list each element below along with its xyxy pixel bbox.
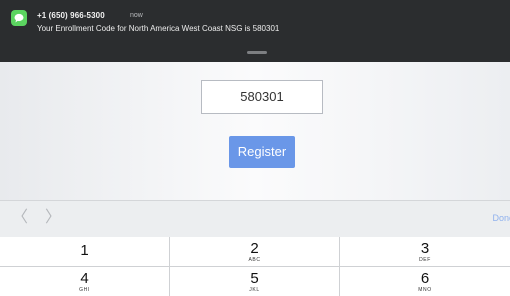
notification-sender: +1 (650) 966-5300 (37, 11, 105, 20)
keyboard-accessory-bar: 〈 〉 Done (0, 200, 510, 237)
key-digit: 4 (80, 270, 89, 287)
key-6[interactable]: 6 MNO (340, 267, 510, 296)
key-digit: 6 (420, 270, 430, 287)
key-digit: 2 (250, 240, 259, 257)
key-letters: MNO (418, 287, 432, 293)
notification-message: Your Enrollment Code for North America W… (37, 24, 280, 33)
messages-icon (11, 10, 27, 26)
done-button[interactable]: Done (492, 213, 510, 223)
key-digit: 3 (420, 240, 430, 257)
chevron-left-icon[interactable]: 〈 (12, 210, 28, 226)
key-digit: 1 (80, 242, 89, 259)
key-letters: ABC (248, 257, 261, 263)
enrollment-code-input[interactable]: 580301 (201, 80, 323, 114)
key-1[interactable]: 1 (0, 237, 170, 267)
key-3[interactable]: 3 DEF (340, 237, 510, 267)
banner-grabber-handle[interactable] (247, 51, 267, 54)
notification-banner[interactable]: +1 (650) 966-5300 now Your Enrollment Co… (0, 0, 510, 62)
enrollment-form: 580301 Register (0, 62, 510, 200)
key-letters: DEF (419, 257, 431, 263)
key-2[interactable]: 2 ABC (170, 237, 340, 267)
register-button[interactable]: Register (229, 136, 295, 168)
key-5[interactable]: 5 JKL (170, 267, 340, 296)
key-4[interactable]: 4 GHI (0, 267, 170, 296)
notification-time: now (130, 12, 143, 19)
key-letters: GHI (79, 287, 90, 293)
chevron-right-icon[interactable]: 〉 (45, 210, 61, 226)
key-digit: 5 (250, 270, 259, 287)
speech-bubble-icon (14, 13, 24, 23)
number-pad: 1 2 ABC 3 DEF 4 GHI 5 JKL 6 MNO (0, 237, 510, 296)
key-letters: JKL (249, 287, 260, 293)
